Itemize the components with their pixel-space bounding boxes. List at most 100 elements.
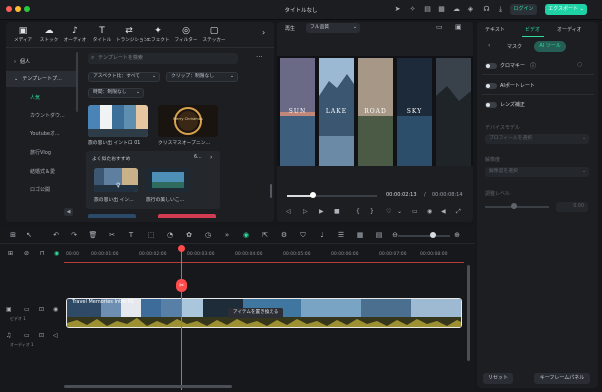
camera-icon[interactable]: ◉: [427, 208, 432, 215]
crop-icon[interactable]: ⬚: [146, 231, 156, 240]
media-scrollbar[interactable]: [270, 184, 272, 198]
ai-portrait-toggle[interactable]: [485, 83, 497, 89]
tab-title[interactable]: T タイトル: [89, 26, 115, 46]
tab-text[interactable]: テキスト: [485, 26, 505, 33]
snap-icon[interactable]: ◉: [54, 250, 59, 257]
chroma-key-toggle[interactable]: [485, 63, 497, 69]
save-icon[interactable]: ▦: [437, 5, 446, 14]
playhead-line[interactable]: [181, 248, 182, 390]
timeline-vertical-scrollbar[interactable]: [467, 265, 470, 361]
lock-icon[interactable]: ⊡: [39, 306, 44, 313]
mark-in-icon[interactable]: {: [356, 208, 360, 215]
collapse-sidebar-icon[interactable]: ◀: [64, 208, 73, 216]
clip-filter-dropdown[interactable]: クリップ：制限なし ⌄: [166, 72, 238, 82]
template-thumbnail[interactable]: [158, 105, 218, 137]
text-tool-icon[interactable]: T: [126, 231, 136, 240]
resolution-dropdown[interactable]: 解像度を選択 ⌄: [485, 167, 589, 177]
settings-icon[interactable]: ⚙: [279, 231, 289, 240]
quality-icon[interactable]: ♡: [386, 208, 391, 215]
device-model-dropdown[interactable]: プロフィールを選択 ⌄: [485, 134, 589, 144]
forward-icon[interactable]: »: [222, 231, 232, 240]
tab-filter[interactable]: ◎ フィルター: [173, 26, 199, 46]
recommendation-thumbnail[interactable]: [146, 168, 190, 192]
redo-icon[interactable]: ↷: [69, 231, 79, 240]
sidebar-item[interactable]: › 個人: [6, 54, 76, 70]
tab-audio[interactable]: オーディオ: [557, 26, 582, 33]
template-thumbnail-partial[interactable]: [158, 214, 216, 218]
timeline-horizontal-scrollbar[interactable]: [64, 385, 232, 388]
chevron-right-icon[interactable]: ›: [262, 28, 265, 37]
mark-out-icon[interactable]: }: [370, 208, 374, 215]
tab-effect[interactable]: ✦ エフェクト: [145, 26, 171, 46]
more-icon[interactable]: ···: [256, 53, 263, 61]
tab-transition[interactable]: ⇄ トランジション: [116, 26, 148, 46]
export-button[interactable]: エクスポート ⌄: [545, 4, 587, 15]
snapshot-icon[interactable]: ▣: [455, 23, 462, 31]
support-icon[interactable]: ☊: [482, 5, 491, 14]
tab-media[interactable]: ▣ メディア: [10, 26, 36, 46]
recommendation-more-link[interactable]: 6...: [194, 155, 202, 160]
sidebar-item[interactable]: 人気: [6, 90, 76, 106]
subtab-ai-tools[interactable]: AI ツール: [534, 41, 566, 52]
adjust-level-input[interactable]: 0.00: [556, 202, 588, 212]
time-filter-dropdown[interactable]: 時間：制限なし ⌄: [88, 88, 144, 98]
eye-icon[interactable]: ◉: [53, 306, 58, 313]
magnet-icon[interactable]: ⊓: [40, 250, 45, 257]
zoom-slider-handle[interactable]: [430, 232, 436, 238]
login-button[interactable]: ログイン: [510, 4, 537, 15]
monitor-icon[interactable]: ▭: [412, 208, 418, 215]
subtab-mask[interactable]: マスク: [507, 43, 522, 50]
cloud-icon[interactable]: ☁: [452, 5, 461, 14]
zoom-slider[interactable]: [398, 235, 450, 237]
sidebar-item[interactable]: ロゴ公開: [6, 182, 76, 198]
chevron-down-icon[interactable]: ⌄: [397, 208, 402, 215]
quality-dropdown[interactable]: フル品質 ⌄: [306, 23, 360, 33]
send-icon[interactable]: ➤: [393, 5, 402, 14]
sidebar-item[interactable]: 結婚式＆愛: [6, 164, 76, 180]
sidebar-scrollbar[interactable]: [76, 52, 78, 112]
layout-grid-icon[interactable]: ⊞: [8, 231, 18, 240]
folder-icon[interactable]: ▭: [24, 332, 30, 339]
template-thumbnail[interactable]: [88, 105, 148, 137]
split-icon[interactable]: ✂: [107, 231, 117, 240]
undo-icon[interactable]: ↶: [51, 231, 61, 240]
image-icon[interactable]: ▦: [355, 231, 365, 240]
microphone-icon[interactable]: ♩: [317, 231, 327, 240]
back-icon[interactable]: ‹: [488, 42, 490, 49]
sidebar-item[interactable]: 旅行Vlog: [6, 145, 76, 161]
delete-icon[interactable]: 🗑: [88, 231, 98, 240]
aspect-filter-dropdown[interactable]: アスペクト比：すべて ⌄: [88, 72, 160, 82]
speaker-icon[interactable]: ◁: [53, 332, 58, 339]
shield-icon[interactable]: ⛉: [298, 231, 308, 240]
caption-icon[interactable]: ▤: [374, 231, 384, 240]
scissors-icon[interactable]: ✂: [176, 279, 187, 292]
stop-icon[interactable]: ■: [334, 208, 340, 215]
volume-icon[interactable]: ◀: [441, 208, 446, 215]
gift-icon[interactable]: ◈: [466, 5, 475, 14]
add-track-icon[interactable]: ⊞: [8, 250, 13, 257]
play-icon[interactable]: ▶: [319, 208, 324, 215]
reset-button[interactable]: リセット: [483, 373, 513, 384]
step-back-icon[interactable]: ▷: [303, 208, 308, 215]
adjust-level-slider[interactable]: [485, 206, 549, 208]
sidebar-item[interactable]: ⌄ テンプレートプ...: [6, 71, 76, 87]
tab-audio[interactable]: ♪ オーディオ: [62, 26, 88, 46]
export-clip-icon[interactable]: ⇱: [260, 231, 270, 240]
lens-correction-toggle[interactable]: [485, 102, 497, 108]
playhead-handle[interactable]: [178, 245, 185, 252]
adjust-level-handle[interactable]: [510, 203, 517, 209]
select-tool-icon[interactable]: ↖: [24, 231, 34, 240]
folder-icon[interactable]: ▭: [24, 306, 30, 313]
color-icon[interactable]: ✿: [184, 231, 194, 240]
template-thumbnail-partial[interactable]: [88, 214, 136, 218]
search-input[interactable]: テンプレートを検索: [88, 53, 238, 64]
fullscreen-icon[interactable]: ⤢: [456, 208, 461, 216]
playback-progress-handle[interactable]: [310, 192, 316, 198]
tab-stock[interactable]: ☁ ストック: [36, 26, 62, 46]
keyframe-panel-button[interactable]: キーフレームパネル: [534, 373, 590, 384]
tab-sticker[interactable]: ▢ ステッカー: [201, 26, 227, 46]
zoom-in-icon[interactable]: ⊕: [452, 231, 462, 240]
speed-icon[interactable]: ◔: [165, 231, 175, 240]
ai-icon[interactable]: ◉: [241, 231, 251, 240]
reset-circle-icon[interactable]: ○: [577, 61, 582, 68]
